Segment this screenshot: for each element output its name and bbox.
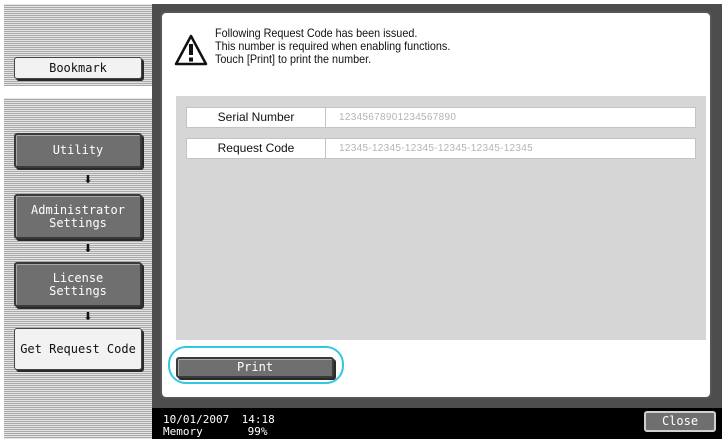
sidebar-divider <box>4 86 152 98</box>
info-area <box>176 96 706 340</box>
memory-label: Memory <box>163 425 203 438</box>
step-utility-button[interactable]: Utility <box>14 133 142 168</box>
print-button[interactable]: Print <box>176 357 334 378</box>
serial-number-label: Serial Number <box>187 108 326 127</box>
step-get-request-code-button[interactable]: Get Request Code <box>14 328 142 370</box>
arrow-down-icon: ⬇ <box>83 311 93 323</box>
warning-icon <box>174 34 208 66</box>
step-administrator-settings-button[interactable]: Administrator Settings <box>14 194 142 239</box>
status-info: 10/01/2007 14:18 Memory 99% <box>163 414 290 438</box>
message: Following Request Code has been issued. … <box>215 27 476 66</box>
serial-number-value: 12345678901234567890 <box>339 112 457 123</box>
serial-number-row: Serial Number 12345678901234567890 <box>186 107 696 128</box>
message-line: Touch [Print] to print the number. <box>215 52 372 66</box>
memory-value: 99% <box>247 425 268 438</box>
arrow-down-icon: ⬇ <box>83 174 93 186</box>
bookmark-button[interactable]: Bookmark <box>14 57 142 79</box>
step-license-settings-button[interactable]: License Settings <box>14 262 142 307</box>
arrow-down-icon: ⬇ <box>83 243 93 255</box>
request-code-row: Request Code 12345-12345-12345-12345-123… <box>186 138 696 159</box>
request-code-value: 12345-12345-12345-12345-12345-12345 <box>339 143 533 154</box>
close-button[interactable]: Close <box>644 411 716 432</box>
request-code-label: Request Code <box>187 139 326 158</box>
